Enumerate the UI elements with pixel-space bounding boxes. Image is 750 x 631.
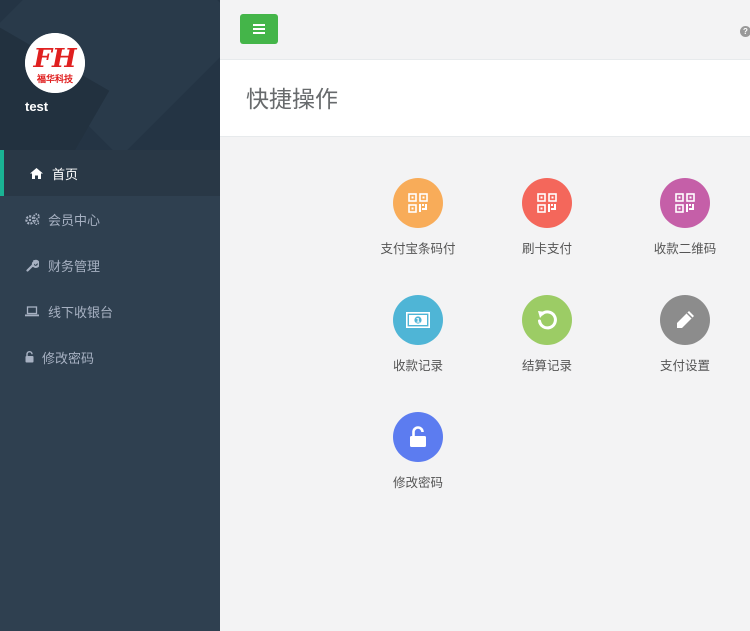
question-icon[interactable]: ? bbox=[740, 26, 750, 37]
svg-text:1: 1 bbox=[416, 317, 421, 325]
page-title: 快捷操作 bbox=[246, 87, 338, 113]
sidebar-nav: 首页 会员中心 财务管理 线下收银台 修改密码 bbox=[0, 150, 220, 380]
unlock-icon bbox=[24, 350, 34, 364]
sidebar-item-offline-cashier[interactable]: 线下收银台 bbox=[0, 288, 220, 334]
sidebar-item-label: 会员中心 bbox=[48, 213, 101, 229]
svg-text:福华科技: 福华科技 bbox=[36, 73, 74, 85]
sidebar-item-label: 首页 bbox=[52, 167, 79, 183]
pencil-icon bbox=[660, 295, 710, 345]
sidebar-item-label: 修改密码 bbox=[42, 351, 95, 367]
quick-action-card-payment[interactable]: 刷卡支付 bbox=[487, 178, 607, 257]
profile-panel: FH 福华科技 test bbox=[0, 0, 220, 150]
avatar[interactable]: FH 福华科技 bbox=[25, 33, 85, 93]
quick-action-label: 收款二维码 bbox=[653, 241, 717, 256]
quick-action-payment-settings[interactable]: 支付设置 bbox=[625, 295, 745, 374]
home-icon bbox=[28, 166, 44, 180]
bars-icon bbox=[253, 24, 265, 34]
quick-action-change-password[interactable]: 修改密码 bbox=[358, 412, 478, 491]
qrcode-icon bbox=[660, 178, 710, 228]
sidebar-item-home[interactable]: 首页 bbox=[0, 150, 220, 196]
svg-text:FH: FH bbox=[32, 44, 77, 74]
top-navbar: ? bbox=[220, 0, 750, 60]
page-header: 快捷操作 bbox=[220, 60, 750, 137]
sidebar-item-member-center[interactable]: 会员中心 bbox=[0, 196, 220, 242]
quick-action-alipay-barcode[interactable]: 支付宝条码付 bbox=[358, 178, 478, 257]
qrcode-icon bbox=[522, 178, 572, 228]
quick-action-label: 修改密码 bbox=[392, 475, 443, 490]
qrcode-icon bbox=[393, 178, 443, 228]
sidebar: FH 福华科技 test 首页 会员中心 财务管理 线下收银台 修改密码 bbox=[0, 0, 220, 631]
refresh-icon bbox=[522, 295, 572, 345]
menu-toggle-button[interactable] bbox=[240, 14, 278, 44]
quick-action-payment-records[interactable]: 1 收款记录 bbox=[358, 295, 478, 374]
unlock-icon bbox=[393, 412, 443, 462]
sidebar-item-finance[interactable]: 财务管理 bbox=[0, 242, 220, 288]
quick-action-label: 刷卡支付 bbox=[521, 241, 572, 256]
gears-icon bbox=[24, 212, 40, 226]
quick-action-label: 支付宝条码付 bbox=[380, 241, 456, 256]
username[interactable]: test bbox=[25, 99, 48, 114]
quick-action-payment-qrcode[interactable]: 收款二维码 bbox=[625, 178, 745, 257]
quick-action-settlement-records[interactable]: 结算记录 bbox=[487, 295, 607, 374]
quick-action-label: 收款记录 bbox=[392, 358, 443, 373]
quick-actions-panel: 支付宝条码付 刷卡支付 收款二维码 1 收款记录 结算记录 支付设置 修改密码 bbox=[220, 138, 750, 631]
sidebar-item-label: 财务管理 bbox=[48, 259, 101, 275]
quick-action-label: 支付设置 bbox=[659, 358, 710, 373]
laptop-icon bbox=[24, 304, 40, 318]
wrench-icon bbox=[24, 258, 40, 272]
quick-action-label: 结算记录 bbox=[521, 358, 572, 373]
money-icon: 1 bbox=[393, 295, 443, 345]
company-logo-icon: FH 福华科技 bbox=[25, 33, 85, 93]
sidebar-item-change-password[interactable]: 修改密码 bbox=[0, 334, 220, 380]
sidebar-item-label: 线下收银台 bbox=[48, 305, 114, 321]
